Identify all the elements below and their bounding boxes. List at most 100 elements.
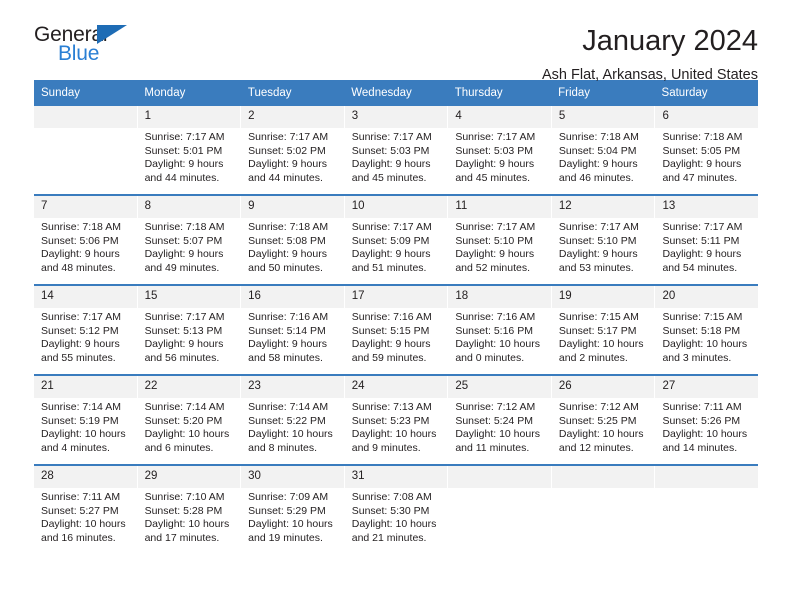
day-number: 10	[344, 196, 448, 218]
calendar-day-cell[interactable]: 7 Sunrise: 7:18 AM Sunset: 5:06 PM Daylight…	[34, 196, 138, 284]
daylight-text-line1: Daylight: 9 hours	[248, 338, 327, 350]
sun-info: Sunrise: 7:17 AM Sunset: 5:01 PM Daylight:…	[138, 128, 241, 185]
sun-info: Sunrise: 7:17 AM Sunset: 5:03 PM Daylight:…	[345, 128, 448, 185]
sunrise-text: Sunrise: 7:15 AM	[662, 311, 743, 323]
sun-info: Sunrise: 7:18 AM Sunset: 5:08 PM Daylight:…	[241, 218, 344, 275]
calendar-day-cell[interactable]: 5 Sunrise: 7:18 AM Sunset: 5:04 PM Daylight…	[551, 106, 656, 194]
daylight-text-line1: Daylight: 10 hours	[558, 428, 644, 440]
day-number	[551, 466, 655, 488]
weekday-header-wednesday: Wednesday	[351, 87, 412, 99]
day-number: 28	[34, 466, 137, 488]
sunset-text: Sunset: 5:10 PM	[558, 234, 637, 247]
calendar-day-cell[interactable]: 2 Sunrise: 7:17 AM Sunset: 5:02 PM Daylight…	[241, 106, 345, 194]
daylight-text-line2: and 16 minutes.	[41, 531, 116, 544]
calendar-day-cell[interactable]: 20 Sunrise: 7:15 AM Sunset: 5:18 PM Dayligh…	[655, 286, 759, 374]
day-number: 1	[137, 106, 241, 128]
month-calendar: Sunday Monday Tuesday Wednesday Thursday…	[34, 80, 759, 554]
calendar-week-row: 14 Sunrise: 7:17 AM Sunset: 5:12 PM Dayligh…	[34, 284, 759, 374]
daylight-text-line2: and 8 minutes.	[248, 441, 318, 454]
daylight-text-line1: Daylight: 10 hours	[351, 428, 437, 440]
daylight-text-line2: and 54 minutes.	[662, 261, 738, 274]
calendar-day-cell[interactable]: 29 Sunrise: 7:10 AM Sunset: 5:28 PM Dayligh…	[137, 466, 242, 554]
calendar-day-cell[interactable]: 9 Sunrise: 7:18 AM Sunset: 5:08 PM Daylight…	[241, 196, 345, 284]
daylight-text-line1: Daylight: 10 hours	[248, 428, 333, 440]
sunrise-text: Sunrise: 7:18 AM	[41, 221, 121, 233]
daylight-text-line2: and 21 minutes.	[351, 531, 427, 544]
day-number: 6	[655, 106, 759, 128]
day-number: 13	[655, 196, 759, 218]
calendar-day-cell[interactable]: 26 Sunrise: 7:12 AM Sunset: 5:25 PM Dayligh…	[551, 376, 656, 464]
calendar-day-cell[interactable]: 28 Sunrise: 7:11 AM Sunset: 5:27 PM Dayligh…	[34, 466, 138, 554]
calendar-day-cell[interactable]: 31 Sunrise: 7:08 AM Sunset: 5:30 PM Dayligh…	[344, 466, 449, 554]
sunrise-text: Sunrise: 7:16 AM	[455, 311, 536, 323]
weekday-header-tuesday: Tuesday	[247, 87, 292, 99]
sun-info: Sunrise: 7:17 AM Sunset: 5:10 PM Daylight:…	[448, 218, 551, 275]
general-blue-logo[interactable]: General Blue	[34, 24, 154, 70]
sun-info: Sunrise: 7:15 AM Sunset: 5:18 PM Daylight:…	[655, 308, 758, 365]
sunset-text: Sunset: 5:04 PM	[558, 144, 637, 157]
calendar-day-cell[interactable]: 8 Sunrise: 7:18 AM Sunset: 5:07 PM Daylight…	[137, 196, 242, 284]
weekday-header-sunday: Sunday	[41, 87, 81, 99]
calendar-day-cell[interactable]: 17 Sunrise: 7:16 AM Sunset: 5:15 PM Dayligh…	[344, 286, 449, 374]
daylight-text-line1: Daylight: 10 hours	[41, 428, 126, 440]
sun-info: Sunrise: 7:16 AM Sunset: 5:15 PM Daylight:…	[345, 308, 448, 365]
sunrise-text: Sunrise: 7:17 AM	[351, 221, 432, 233]
daylight-text-line2: and 59 minutes.	[351, 351, 427, 364]
calendar-day-cell[interactable]: 23 Sunrise: 7:14 AM Sunset: 5:22 PM Dayligh…	[241, 376, 345, 464]
day-number: 2	[241, 106, 344, 128]
calendar-day-cell[interactable]: 22 Sunrise: 7:14 AM Sunset: 5:20 PM Dayligh…	[137, 376, 242, 464]
day-number	[34, 106, 137, 128]
daylight-text-line2: and 44 minutes.	[248, 171, 323, 184]
day-number: 25	[448, 376, 551, 398]
calendar-week-row: 21 Sunrise: 7:14 AM Sunset: 5:19 PM Dayligh…	[34, 374, 759, 464]
sun-info: Sunrise: 7:16 AM Sunset: 5:14 PM Daylight:…	[241, 308, 344, 365]
sunset-text: Sunset: 5:14 PM	[248, 324, 326, 337]
calendar-day-cell[interactable]: 24 Sunrise: 7:13 AM Sunset: 5:23 PM Dayligh…	[344, 376, 449, 464]
sunset-text: Sunset: 5:26 PM	[662, 414, 741, 427]
daylight-text-line1: Daylight: 9 hours	[144, 338, 224, 350]
daylight-text-line1: Daylight: 9 hours	[558, 158, 638, 170]
day-number: 26	[551, 376, 655, 398]
sunrise-text: Sunrise: 7:18 AM	[248, 221, 329, 233]
sun-info: Sunrise: 7:08 AM Sunset: 5:30 PM Daylight:…	[345, 488, 448, 545]
sunrise-text: Sunrise: 7:17 AM	[455, 131, 536, 143]
calendar-day-cell[interactable]: 16 Sunrise: 7:16 AM Sunset: 5:14 PM Dayligh…	[241, 286, 345, 374]
calendar-day-cell[interactable]: 4 Sunrise: 7:17 AM Sunset: 5:03 PM Daylight…	[448, 106, 552, 194]
day-number: 23	[241, 376, 344, 398]
weekday-header-thursday: Thursday	[454, 87, 503, 99]
calendar-day-cell[interactable]: 25 Sunrise: 7:12 AM Sunset: 5:24 PM Dayligh…	[448, 376, 552, 464]
calendar-day-cell[interactable]: 12 Sunrise: 7:17 AM Sunset: 5:10 PM Dayligh…	[551, 196, 656, 284]
sun-info: Sunrise: 7:17 AM Sunset: 5:09 PM Daylight:…	[345, 218, 448, 275]
calendar-day-cell[interactable]: 18 Sunrise: 7:16 AM Sunset: 5:16 PM Dayligh…	[448, 286, 552, 374]
sun-info: Sunrise: 7:18 AM Sunset: 5:05 PM Daylight:…	[655, 128, 758, 185]
calendar-day-cell[interactable]: 19 Sunrise: 7:15 AM Sunset: 5:17 PM Dayligh…	[551, 286, 656, 374]
sunset-text: Sunset: 5:02 PM	[248, 144, 326, 157]
sunrise-text: Sunrise: 7:18 AM	[558, 131, 639, 143]
calendar-day-cell[interactable]: 30 Sunrise: 7:09 AM Sunset: 5:29 PM Dayligh…	[241, 466, 345, 554]
sunset-text: Sunset: 5:27 PM	[41, 504, 119, 517]
day-number: 9	[241, 196, 344, 218]
weekday-header-saturday: Saturday	[661, 87, 708, 99]
daylight-text-line2: and 58 minutes.	[248, 351, 323, 364]
sun-info: Sunrise: 7:17 AM Sunset: 5:12 PM Daylight:…	[34, 308, 137, 365]
calendar-day-cell[interactable]: 11 Sunrise: 7:17 AM Sunset: 5:10 PM Dayligh…	[448, 196, 552, 284]
sunset-text: Sunset: 5:16 PM	[455, 324, 533, 337]
calendar-empty-cell	[448, 466, 552, 554]
calendar-day-cell[interactable]: 14 Sunrise: 7:17 AM Sunset: 5:12 PM Dayligh…	[34, 286, 138, 374]
calendar-day-cell[interactable]: 10 Sunrise: 7:17 AM Sunset: 5:09 PM Dayligh…	[344, 196, 449, 284]
daylight-text-line2: and 49 minutes.	[144, 261, 220, 274]
calendar-day-cell[interactable]: 15 Sunrise: 7:17 AM Sunset: 5:13 PM Dayligh…	[137, 286, 242, 374]
calendar-day-cell[interactable]: 6 Sunrise: 7:18 AM Sunset: 5:05 PM Daylight…	[655, 106, 759, 194]
calendar-day-cell[interactable]: 1 Sunrise: 7:17 AM Sunset: 5:01 PM Daylight…	[137, 106, 242, 194]
sunrise-text: Sunrise: 7:11 AM	[662, 401, 742, 413]
daylight-text-line1: Daylight: 10 hours	[144, 518, 230, 530]
calendar-day-cell[interactable]: 27 Sunrise: 7:11 AM Sunset: 5:26 PM Dayligh…	[655, 376, 759, 464]
calendar-day-cell[interactable]: 3 Sunrise: 7:17 AM Sunset: 5:03 PM Daylight…	[344, 106, 449, 194]
day-number: 18	[448, 286, 551, 308]
day-number: 12	[551, 196, 655, 218]
calendar-day-cell[interactable]: 21 Sunrise: 7:14 AM Sunset: 5:19 PM Dayligh…	[34, 376, 138, 464]
calendar-day-cell[interactable]: 13 Sunrise: 7:17 AM Sunset: 5:11 PM Dayligh…	[655, 196, 759, 284]
calendar-week-row: 28 Sunrise: 7:11 AM Sunset: 5:27 PM Dayligh…	[34, 464, 759, 554]
daylight-text-line1: Daylight: 9 hours	[41, 248, 120, 260]
sun-info: Sunrise: 7:09 AM Sunset: 5:29 PM Daylight:…	[241, 488, 344, 545]
